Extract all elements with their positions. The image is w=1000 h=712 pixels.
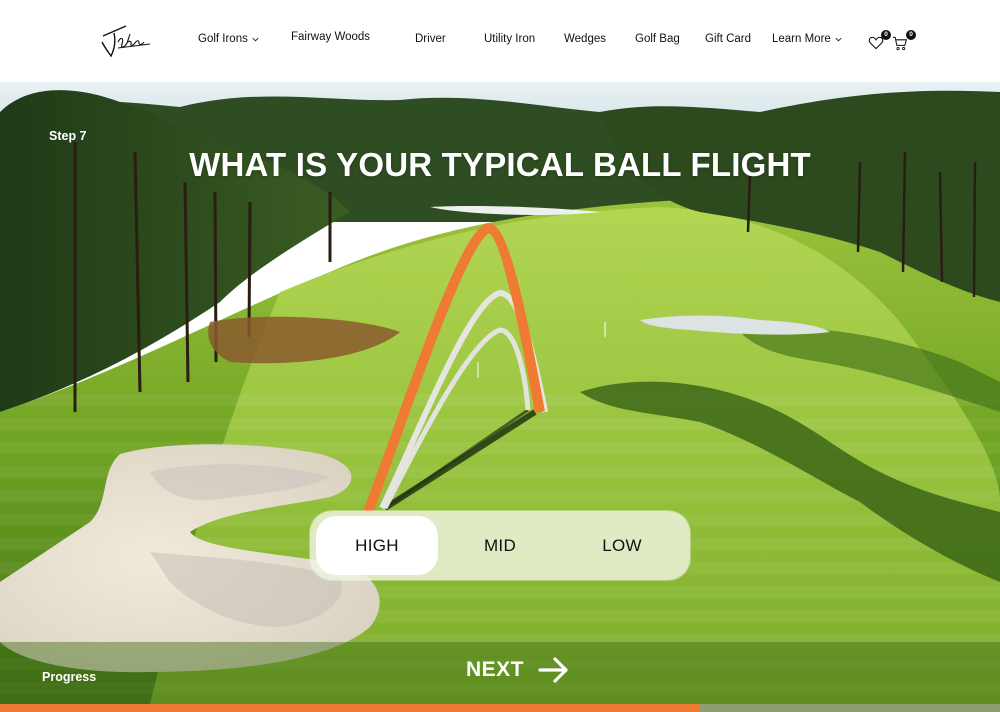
nav-fairway-woods[interactable]: Fairway Woods [291,31,370,43]
nav-label: Fairway Woods [291,31,371,43]
nav-label: Golf Bag [635,33,680,45]
option-mid[interactable]: MID [440,516,560,575]
question-title: WHAT IS YOUR TYPICAL BALL FLIGHT [189,146,811,183]
nav-label: Utility Iron [484,33,536,45]
arrow-right-icon [538,657,568,683]
brand-logo[interactable] [100,20,154,60]
cart-icon [892,36,908,51]
option-high[interactable]: HIGH [316,516,438,575]
option-label: LOW [602,535,642,555]
wishlist-button[interactable]: 0 [867,30,891,52]
nav-learn-more[interactable]: Learn More [772,33,842,45]
nav-label: Gift Card [705,33,752,45]
cart-button[interactable]: 0 [892,30,916,52]
nav-label: Golf Irons [198,33,248,45]
option-label: HIGH [355,535,399,555]
progress-bar-fill [0,704,700,712]
next-button[interactable]: NEXT [466,655,570,685]
ball-flight-selector: HIGH MID LOW [310,511,690,580]
nav-label: Driver [415,33,446,45]
next-label: NEXT [466,658,525,681]
nav-golf-irons[interactable]: Golf Irons [198,33,259,45]
nav-label: Learn More [772,33,831,45]
nav-golf-bag[interactable]: Golf Bag [635,33,680,45]
progress-bar [0,704,1000,712]
site-header: Golf Irons Fairway Woods Driver Utility … [0,0,1000,82]
wishlist-count-badge: 0 [881,30,891,40]
option-low[interactable]: LOW [562,516,682,575]
option-label: MID [483,535,517,555]
cart-count-badge: 0 [906,30,916,40]
nav-wedges[interactable]: Wedges [564,33,606,45]
chevron-down-icon [835,37,842,41]
nav-gift-card[interactable]: Gift Card [705,33,751,45]
nav-label: Wedges [564,33,606,45]
progress-label: Progress [42,670,97,684]
nav-utility-iron[interactable]: Utility Iron [484,33,535,45]
step-label: Step 7 [49,129,87,143]
nav-driver[interactable]: Driver [415,33,446,45]
chevron-down-icon [252,37,259,41]
